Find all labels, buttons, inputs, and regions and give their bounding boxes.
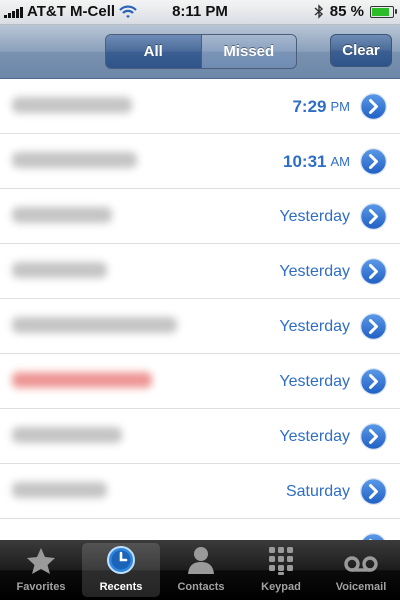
- tab-label: Voicemail: [335, 581, 387, 593]
- detail-disclosure-icon[interactable]: [359, 532, 388, 540]
- battery-icon: [370, 5, 397, 18]
- recents-filter-control: All Missed: [105, 34, 297, 69]
- detail-disclosure-icon[interactable]: [359, 147, 388, 176]
- segment-missed[interactable]: Missed: [201, 35, 296, 68]
- call-day: Saturday: [285, 482, 350, 500]
- call-day: Yesterday: [279, 427, 350, 445]
- call-time: 7:29 PM: [292, 79, 350, 134]
- call-row-partial[interactable]: [0, 519, 400, 540]
- tab-recents[interactable]: Recents: [82, 543, 160, 597]
- caller-name-obscured: [12, 427, 122, 443]
- recents-list[interactable]: 7:29 PM 10:31 AM Yesterday Yesterday Yesterday…: [0, 79, 400, 540]
- tab-voicemail[interactable]: Voicemail: [322, 543, 400, 597]
- call-row[interactable]: Saturday: [0, 464, 400, 519]
- detail-disclosure-icon[interactable]: [359, 257, 388, 286]
- caller-name-obscured: [12, 262, 107, 278]
- call-row[interactable]: Yesterday: [0, 299, 400, 354]
- tab-keypad[interactable]: Keypad: [242, 543, 320, 597]
- call-day: Yesterday: [279, 207, 350, 225]
- tab-contacts[interactable]: Contacts: [162, 543, 240, 597]
- keypad-icon: [266, 545, 296, 581]
- caller-name-obscured: [12, 97, 132, 113]
- segment-all[interactable]: All: [106, 35, 202, 68]
- call-time-value: 7:29: [292, 96, 327, 116]
- tab-favorites[interactable]: Favorites: [2, 543, 80, 597]
- call-row[interactable]: 10:31 AM: [0, 134, 400, 189]
- call-row[interactable]: 7:29 PM: [0, 79, 400, 134]
- battery-fill: [372, 7, 389, 16]
- call-time: 10:31 AM: [283, 134, 350, 189]
- caller-name-obscured: [12, 207, 112, 223]
- caller-name-obscured: [12, 482, 107, 498]
- tab-label: Contacts: [177, 581, 225, 593]
- detail-disclosure-icon[interactable]: [359, 422, 388, 451]
- battery-percent: 85 %: [329, 3, 364, 20]
- detail-disclosure-icon[interactable]: [359, 477, 388, 506]
- status-right: 85 %: [314, 3, 397, 20]
- call-row[interactable]: Yesterday: [0, 244, 400, 299]
- bluetooth-icon: [314, 4, 323, 19]
- call-time-ampm: AM: [330, 154, 351, 169]
- star-icon: [26, 547, 56, 581]
- detail-disclosure-icon[interactable]: [359, 367, 388, 396]
- clear-button[interactable]: Clear: [330, 34, 392, 67]
- navigation-bar: All Missed Clear: [0, 25, 400, 79]
- voicemail-icon: [344, 553, 378, 581]
- caller-name-obscured: [12, 372, 152, 388]
- caller-name-obscured: [12, 152, 137, 168]
- tab-label: Favorites: [16, 581, 66, 593]
- detail-disclosure-icon[interactable]: [359, 312, 388, 341]
- detail-disclosure-icon[interactable]: [359, 202, 388, 231]
- call-time-value: 10:31: [283, 151, 327, 171]
- tab-label: Recents: [99, 581, 143, 593]
- call-day: Yesterday: [279, 317, 350, 335]
- call-row[interactable]: Yesterday: [0, 189, 400, 244]
- person-icon: [186, 545, 216, 581]
- status-bar: AT&T M-Cell 8:11 PM 85 %: [0, 0, 400, 25]
- caller-name-obscured: [12, 317, 177, 333]
- call-time-ampm: PM: [330, 99, 351, 114]
- call-row[interactable]: Yesterday: [0, 409, 400, 464]
- call-day: Yesterday: [279, 372, 350, 390]
- tab-bar: Favorites Recents Contacts Keypad Voicemail: [0, 540, 400, 600]
- detail-disclosure-icon[interactable]: [359, 92, 388, 121]
- clock-icon: [106, 545, 136, 581]
- call-row[interactable]: Yesterday: [0, 354, 400, 409]
- call-day: Yesterday: [279, 262, 350, 280]
- tab-label: Keypad: [261, 581, 301, 593]
